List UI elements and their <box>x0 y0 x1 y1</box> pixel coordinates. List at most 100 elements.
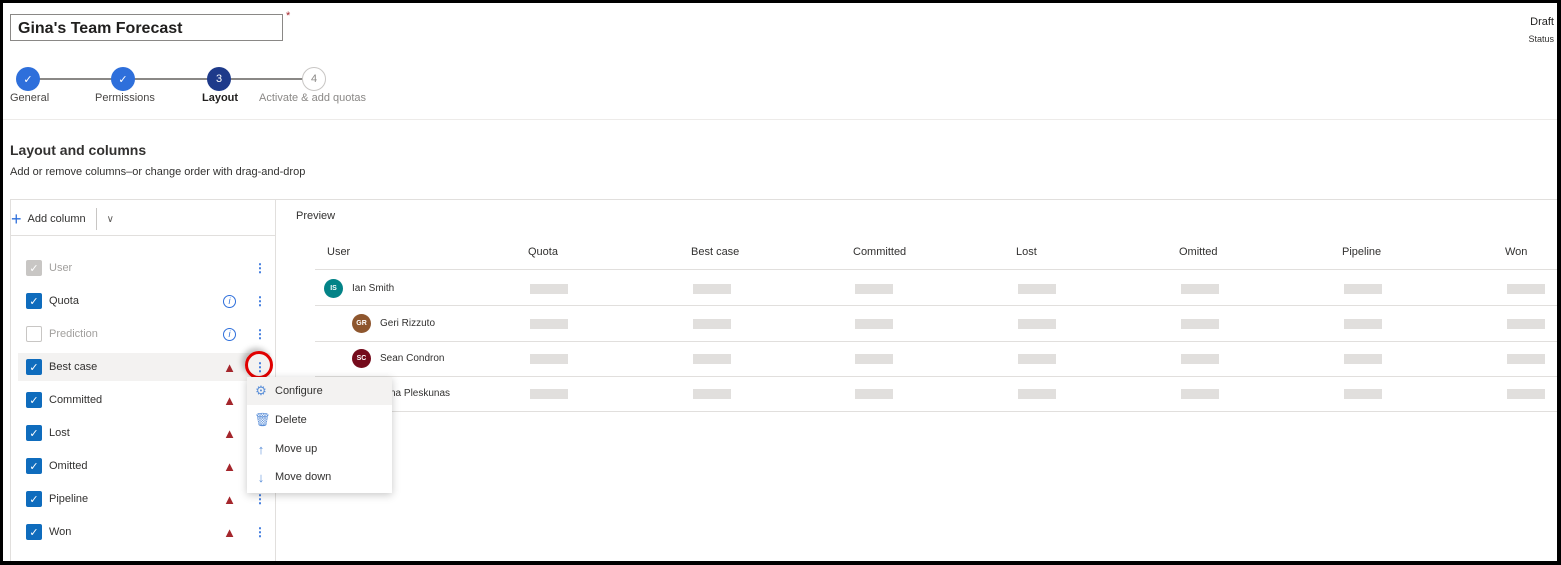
step-general[interactable]: ✓ <box>16 67 40 91</box>
value-placeholder <box>1344 354 1382 364</box>
info-icon[interactable]: i <box>223 294 236 308</box>
menu-item-move-up[interactable]: ↑ Move up <box>247 435 392 463</box>
more-options-icon[interactable]: ⋮ <box>254 261 266 275</box>
avatar: GR <box>352 314 371 333</box>
row-divider <box>315 376 1557 377</box>
value-placeholder <box>1344 284 1382 294</box>
user-name: Geri Rizzuto <box>380 318 436 329</box>
more-options-icon[interactable]: ⋮ <box>254 492 266 506</box>
value-placeholder <box>1507 284 1545 294</box>
value-placeholder <box>530 319 568 329</box>
trash-icon: 🗑 <box>254 412 271 427</box>
column-item-omitted[interactable]: ✓Omitted▲⋮ <box>18 452 270 480</box>
menu-label: Move up <box>275 443 318 455</box>
step-layout[interactable]: 3 <box>207 67 231 91</box>
value-placeholder <box>693 389 731 399</box>
value-placeholder <box>1344 389 1382 399</box>
preview-column-header: Pipeline <box>1342 246 1382 258</box>
avatar: SC <box>352 349 371 368</box>
column-checkbox[interactable]: ✓ <box>26 524 42 540</box>
chevron-down-icon[interactable]: ∨ <box>107 214 114 225</box>
menu-item-move-down[interactable]: ↓ Move down <box>247 463 392 491</box>
info-icon[interactable]: i <box>223 327 236 341</box>
more-options-icon[interactable]: ⋮ <box>254 294 266 308</box>
column-checkbox[interactable]: ✓ <box>26 392 42 408</box>
column-checkbox[interactable]: ✓ <box>26 425 42 441</box>
column-checkbox[interactable]: ✓ <box>26 359 42 375</box>
column-item-user[interactable]: ✓ User ⋮ <box>18 254 270 282</box>
value-placeholder <box>1181 389 1219 399</box>
warning-icon[interactable]: ▲ <box>223 492 236 507</box>
preview-column-header: Best case <box>691 246 740 258</box>
column-checkbox[interactable]: ✓ <box>26 260 42 276</box>
warning-icon[interactable]: ▲ <box>223 426 236 441</box>
divider <box>3 119 1557 120</box>
divider <box>11 235 275 236</box>
menu-item-configure[interactable]: ⚙ Configure <box>247 377 392 405</box>
value-placeholder <box>693 319 731 329</box>
menu-label: Move down <box>275 471 332 483</box>
plus-icon: + <box>11 209 22 229</box>
warning-icon[interactable]: ▲ <box>223 459 236 474</box>
add-column-button[interactable]: + Add column ∨ <box>11 208 114 230</box>
column-label: Prediction <box>49 328 98 340</box>
column-item-prediction[interactable]: Prediction i ⋮ <box>18 320 270 348</box>
value-placeholder <box>1507 319 1545 329</box>
column-checkbox[interactable]: ✓ <box>26 458 42 474</box>
status-value: Draft <box>1530 16 1554 28</box>
required-indicator: * <box>286 10 291 22</box>
user-name: Ian Smith <box>352 283 395 294</box>
warning-icon[interactable]: ▲ <box>223 360 236 375</box>
step-label: Layout <box>202 92 239 104</box>
column-checkbox[interactable] <box>26 326 42 342</box>
preview-column-header: Quota <box>528 246 558 258</box>
column-item-best-case[interactable]: ✓ Best case ▲ ⋮ <box>18 353 270 381</box>
section-subtitle: Add or remove columns–or change order wi… <box>10 166 306 178</box>
row-divider <box>315 411 1557 412</box>
column-item-lost[interactable]: ✓Lost▲⋮ <box>18 419 270 447</box>
row-divider <box>315 305 1557 306</box>
column-item-pipeline[interactable]: ✓ Pipeline ▲ ⋮ <box>18 485 270 513</box>
divider <box>95 208 97 230</box>
column-item-quota[interactable]: ✓ Quota i ⋮ <box>18 287 270 315</box>
value-placeholder <box>530 354 568 364</box>
check-icon: ✓ <box>118 73 128 86</box>
value-placeholder <box>1181 284 1219 294</box>
warning-icon[interactable]: ▲ <box>223 525 236 540</box>
step-label: General <box>10 92 50 104</box>
column-label: Won <box>49 526 72 538</box>
more-options-icon[interactable]: ⋮ <box>254 327 266 341</box>
step-permissions[interactable]: ✓ <box>111 67 135 91</box>
column-label: Committed <box>49 394 103 406</box>
add-column-label: Add column <box>27 213 86 225</box>
menu-item-delete[interactable]: 🗑 Delete <box>247 406 392 434</box>
arrow-down-icon: ↓ <box>257 469 265 485</box>
check-icon: ✓ <box>23 73 33 86</box>
stepper-line <box>33 78 313 80</box>
step-label: Activate & add quotas <box>259 92 367 104</box>
column-checkbox[interactable]: ✓ <box>26 293 42 309</box>
column-item-committed[interactable]: ✓Committed▲⋮ <box>18 386 270 414</box>
forecast-name-input[interactable]: Gina's Team Forecast <box>10 14 283 41</box>
value-placeholder <box>1018 284 1056 294</box>
value-placeholder <box>1507 354 1545 364</box>
column-label: Quota <box>49 295 79 307</box>
avatar: IS <box>324 279 343 298</box>
column-checkbox[interactable]: ✓ <box>26 491 42 507</box>
value-placeholder <box>855 354 893 364</box>
arrow-up-icon: ↑ <box>257 441 265 457</box>
status-label: Status <box>1528 34 1554 44</box>
preview-column-header: Won <box>1505 246 1528 258</box>
column-label: Pipeline <box>49 493 89 505</box>
warning-icon[interactable]: ▲ <box>223 393 236 408</box>
value-placeholder <box>1181 319 1219 329</box>
column-item-won[interactable]: ✓ Won ▲ ⋮ <box>18 518 270 546</box>
step-activate[interactable]: 4 <box>302 67 326 91</box>
column-label: Best case <box>49 361 98 373</box>
preview-column-header: Omitted <box>1179 246 1218 258</box>
value-placeholder <box>855 284 893 294</box>
preview-column-header: Lost <box>1016 246 1037 258</box>
more-options-icon[interactable]: ⋮ <box>254 525 266 539</box>
value-placeholder <box>1018 354 1056 364</box>
preview-label: Preview <box>296 210 336 222</box>
